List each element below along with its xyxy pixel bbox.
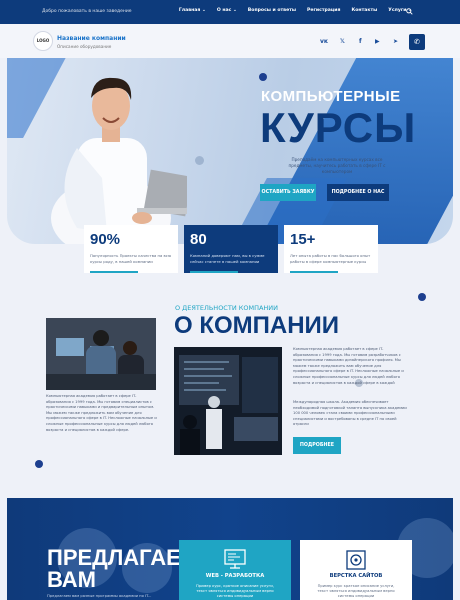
youtube-icon[interactable]: ▶: [375, 38, 380, 45]
stat-text: Популярность Проекты качества на всю кур…: [90, 253, 172, 264]
chevron-down-icon: ⌄: [232, 8, 237, 13]
phone-icon[interactable]: ✆: [409, 34, 425, 50]
decor-dot: [418, 293, 426, 301]
chevron-down-icon: ⌄: [201, 8, 206, 13]
about-right-text-2: Международная школа. Академия обеспечива…: [293, 400, 407, 427]
offer-title: ПРЕДЛАГАЕМ ВАМ: [47, 547, 199, 591]
logo[interactable]: LOGO: [33, 31, 53, 51]
company-name[interactable]: Название компании: [57, 35, 126, 42]
nav-item-home[interactable]: Главная ⌄: [179, 8, 206, 13]
about-right-text-1: Компьютерная академия работает в сфере I…: [293, 347, 404, 385]
hero-person-image: [51, 77, 187, 244]
about-kicker: О ДЕЯТЕЛЬНОСТИ КОМПАНИИ: [175, 304, 279, 312]
stat-accent-bar: [290, 271, 338, 273]
offer-title-line: ПРЕДЛАГАЕМ: [47, 545, 200, 570]
nav-item-faq[interactable]: Вопросы и ответы: [248, 8, 296, 13]
server-room-photo: [174, 347, 282, 455]
welcome-text: Добро пожаловать в наше заведение: [42, 9, 132, 14]
service-card-layout[interactable]: ВЕРСТКА САЙТОВ Пример курс краткое описа…: [300, 540, 412, 600]
about-left-text: Компьютерная академия работает в сфере I…: [46, 394, 157, 432]
stat-value: 90%: [90, 231, 121, 248]
hero-description: Преподаём на компьютерных курсах все пре…: [288, 157, 386, 174]
service-card-desc: Пример курс краткое описание услуги, тек…: [317, 584, 395, 598]
stat-value: 80: [190, 231, 207, 248]
offer-left-text: Предлагаем вам разные программы академии…: [47, 594, 152, 598]
hero-title-small: КОМПЬЮТЕРНЫЕ: [261, 88, 401, 105]
offer-title-line: ВАМ: [47, 567, 97, 592]
nav-item-label: О нас: [216, 8, 232, 13]
nav-item-about[interactable]: О нас ⌄: [217, 8, 237, 13]
service-card-web[interactable]: WEB - РАЗРАБОТКА Пример курс, краткое оп…: [179, 540, 291, 600]
decor-dot: [259, 73, 267, 81]
stat-value: 15+: [290, 231, 316, 248]
stat-accent-bar: [90, 271, 138, 273]
layout-icon: [346, 550, 366, 570]
service-card-title: ВЕРСТКА САЙТОВ: [329, 573, 383, 579]
nav-item-register[interactable]: Регистрация: [307, 8, 340, 13]
nav-item-contacts[interactable]: Контакты: [351, 8, 377, 13]
about-title: О КОМПАНИИ: [174, 312, 340, 339]
students-photo: [46, 318, 156, 390]
stat-text: Лет опыта работы в нас большого опыт раб…: [290, 253, 371, 264]
top-bar: Добро пожаловать в наше заведение Главна…: [0, 0, 460, 24]
stat-card-1: 90% Популярность Проекты качества на всю…: [84, 225, 178, 273]
stat-card-2: 80 Компаний доверяют нам, вы в сумме сей…: [184, 225, 278, 273]
more-about-button[interactable]: ПОДРОБНЕЕ О НАС: [327, 184, 389, 201]
stat-accent-bar: [190, 271, 238, 273]
hero-title-big: КУРСЫ: [260, 104, 417, 151]
stat-text: Компаний доверяют нам, вы в сумме сейчас…: [190, 253, 265, 264]
service-card-desc: Пример курс, краткое описание услуги, те…: [196, 584, 274, 598]
telegram-icon[interactable]: ➤: [393, 38, 398, 45]
more-button[interactable]: ПОДРОБНЕЕ: [293, 437, 341, 454]
facebook-icon[interactable]: f: [359, 38, 362, 45]
decor-dot: [35, 460, 43, 468]
twitter-icon[interactable]: 𝕏: [340, 38, 345, 45]
request-button[interactable]: ОСТАВИТЬ ЗАЯВКУ: [260, 184, 316, 201]
company-subtitle: Описание оборудование: [57, 44, 112, 49]
stat-card-3: 15+ Лет опыта работы в нас большого опыт…: [284, 225, 378, 273]
nav-item-label: Главная: [178, 8, 201, 13]
search-icon[interactable]: [406, 8, 413, 15]
top-nav: Главная ⌄ О нас ⌄ Вопросы и ответы Регис…: [179, 8, 412, 13]
service-card-title: WEB - РАЗРАБОТКА: [205, 573, 265, 579]
nav-item-label: Услуги: [388, 8, 407, 13]
decor-dot: [195, 156, 204, 165]
vk-icon[interactable]: ᴠᴋ: [320, 38, 328, 45]
web-dev-icon: [224, 549, 246, 569]
